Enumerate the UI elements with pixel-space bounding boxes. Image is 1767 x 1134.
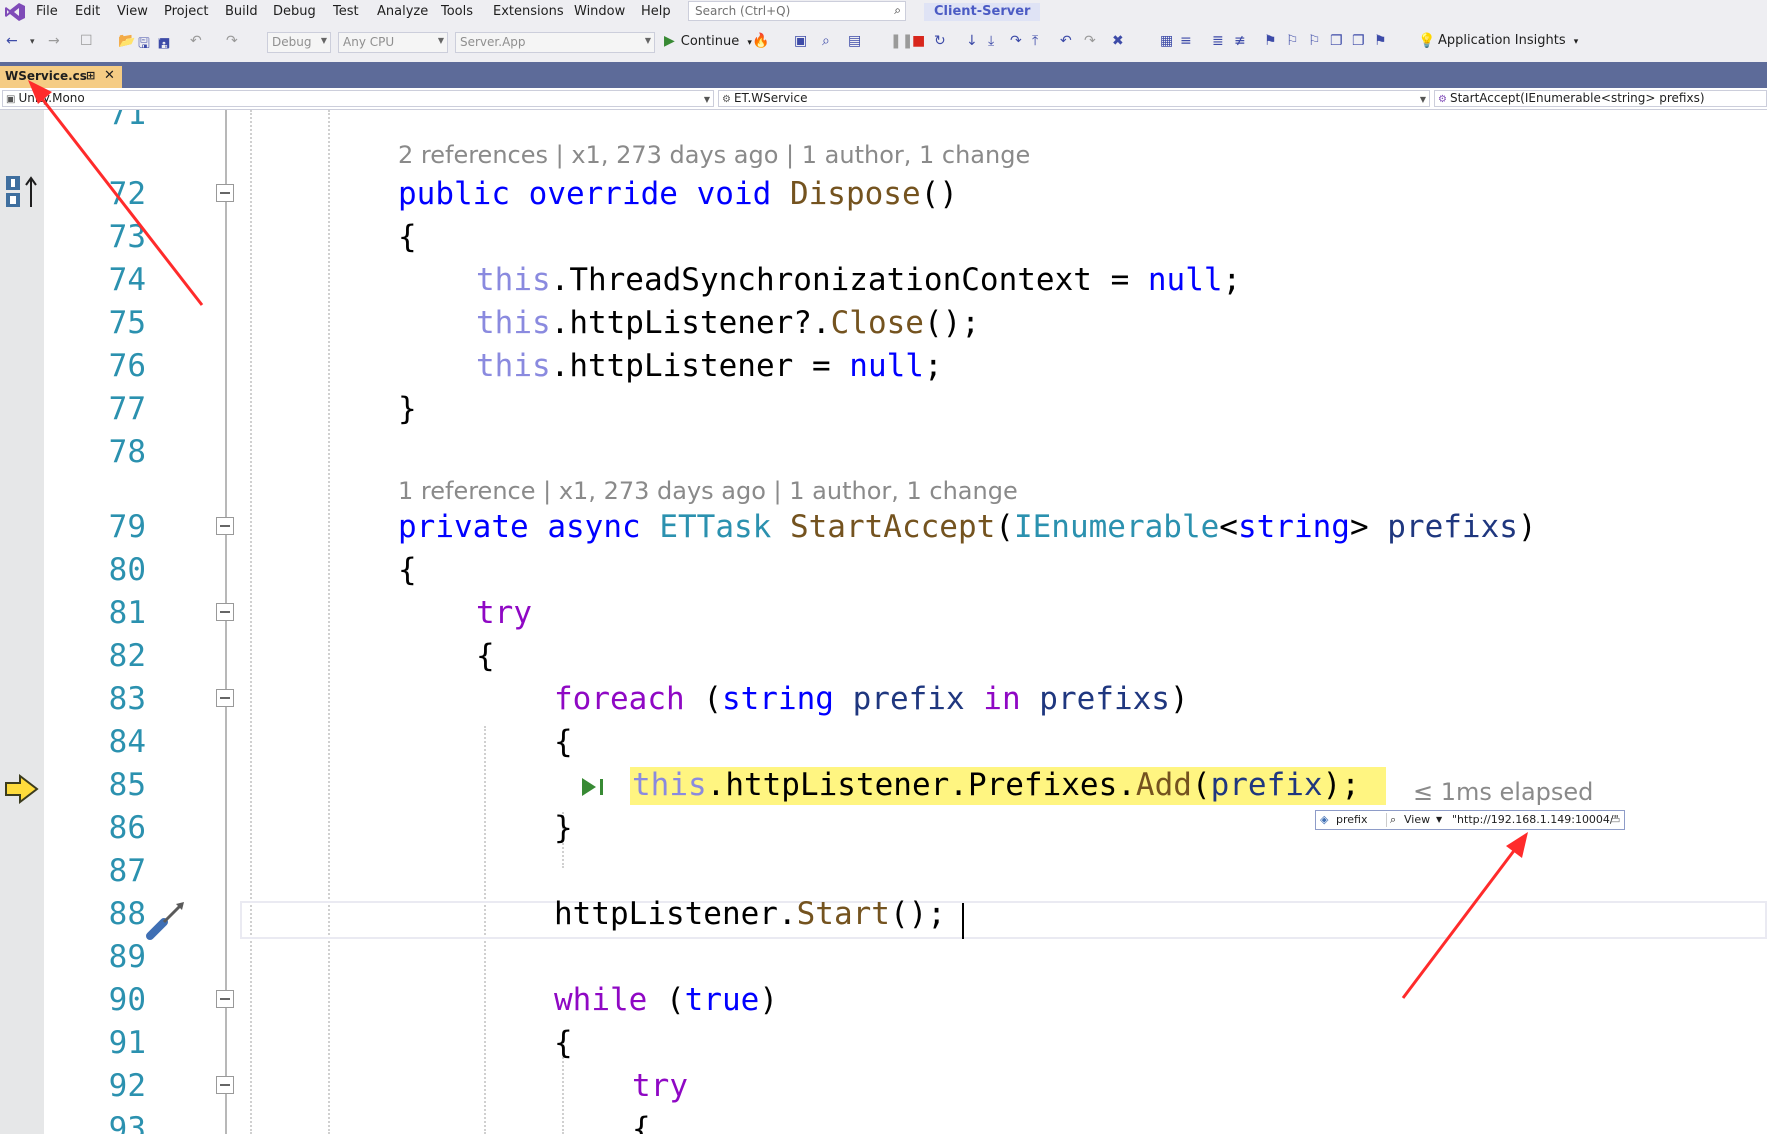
annotation-arrow-to-tab bbox=[28, 80, 204, 306]
annotation-arrow-to-datatip bbox=[1401, 832, 1528, 999]
annotation-arrows bbox=[28, 80, 1528, 999]
